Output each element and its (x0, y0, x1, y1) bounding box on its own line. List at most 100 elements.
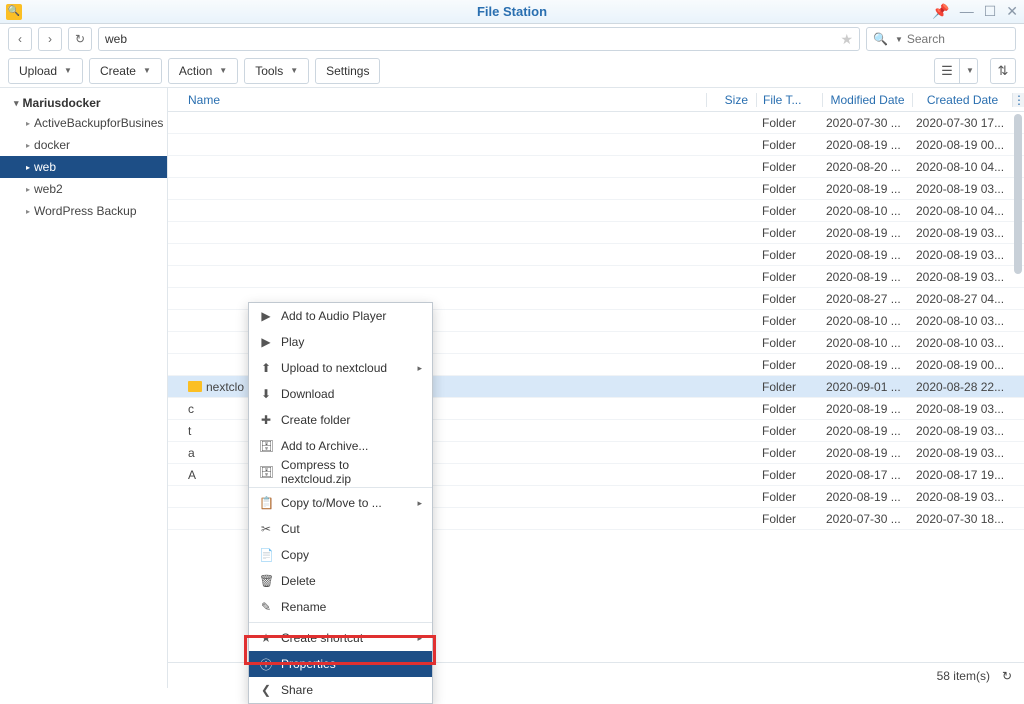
menu-item[interactable]: ▶Add to Audio Player (249, 303, 432, 329)
action-toolbar: Upload▼ Create▼ Action▼ Tools▼ Settings … (0, 54, 1024, 88)
menu-item[interactable]: 📋Copy to/Move to ...▸ (249, 490, 432, 516)
menu-label: Properties (281, 657, 336, 671)
view-list-button[interactable]: ☰ (934, 58, 960, 84)
file-type: Folder (756, 336, 822, 350)
search-icon: 🔍 (873, 32, 888, 46)
table-row[interactable]: Folder2020-08-10 ...2020-08-10 04... (168, 200, 1024, 222)
table-row[interactable]: Folder2020-08-19 ...2020-08-19 03... (168, 244, 1024, 266)
menu-icon: ⬆ (259, 361, 273, 375)
menu-label: Upload to nextcloud (281, 361, 387, 375)
menu-label: Share (281, 683, 313, 697)
menu-label: Create folder (281, 413, 350, 427)
refresh-status-icon[interactable]: ↻ (1002, 669, 1012, 683)
tools-button[interactable]: Tools▼ (244, 58, 309, 84)
menu-label: Create shortcut (281, 631, 363, 645)
menu-item[interactable]: ⓘProperties (249, 651, 432, 677)
window-title: File Station (0, 4, 1024, 19)
file-type: Folder (756, 512, 822, 526)
menu-item[interactable]: ✚Create folder (249, 407, 432, 433)
path-text: web (105, 32, 127, 46)
file-created: 2020-08-10 03... (912, 314, 1012, 328)
file-modified: 2020-08-19 ... (822, 226, 912, 240)
sort-button[interactable]: ⇅ (990, 58, 1016, 84)
menu-item[interactable]: ▶ Play (249, 329, 432, 355)
menu-separator (249, 622, 432, 623)
file-modified: 2020-08-19 ... (822, 270, 912, 284)
tree-root[interactable]: ▾ Mariusdocker (0, 94, 167, 112)
menu-icon: 🗑 (259, 574, 273, 588)
menu-item[interactable]: ❮ Share (249, 677, 432, 703)
file-type: Folder (756, 468, 822, 482)
menu-label: Delete (281, 574, 316, 588)
search-box[interactable]: 🔍▼ (866, 27, 1016, 51)
menu-icon: ▶ (259, 309, 273, 323)
file-created: 2020-08-10 04... (912, 160, 1012, 174)
menu-item[interactable]: 📄Copy (249, 542, 432, 568)
forward-button[interactable]: › (38, 27, 62, 51)
create-button[interactable]: Create▼ (89, 58, 162, 84)
menu-icon: ❮ (259, 683, 273, 697)
minimize-icon[interactable]: — (960, 3, 974, 20)
menu-label: Play (281, 335, 304, 349)
file-created: 2020-08-19 03... (912, 402, 1012, 416)
upload-button[interactable]: Upload▼ (8, 58, 83, 84)
menu-item[interactable]: ★Create shortcut▸ (249, 625, 432, 651)
sidebar-item[interactable]: ▸ docker (0, 134, 167, 156)
sidebar-item-label: ActiveBackupforBusines (34, 116, 163, 130)
sidebar-item-label: docker (34, 138, 70, 152)
menu-icon: ▶ (259, 335, 273, 349)
table-row[interactable]: Folder2020-08-20 ...2020-08-10 04... (168, 156, 1024, 178)
action-button[interactable]: Action▼ (168, 58, 238, 84)
favorite-icon[interactable]: ★ (840, 31, 853, 48)
menu-icon: 📋 (259, 496, 273, 510)
settings-button[interactable]: Settings (315, 58, 380, 84)
table-row[interactable]: Folder2020-08-19 ...2020-08-19 03... (168, 178, 1024, 200)
sidebar-item[interactable]: ▸WordPress Backup (0, 200, 167, 222)
file-type: Folder (756, 402, 822, 416)
menu-item[interactable]: ⬇Download (249, 381, 432, 407)
menu-item[interactable]: 🗄Add to Archive... (249, 433, 432, 459)
expand-icon: ▸ (26, 141, 30, 150)
menu-item[interactable]: 🗄 Compress to nextcloud.zip (249, 459, 432, 485)
col-size[interactable]: Size (706, 93, 756, 107)
close-icon[interactable]: ✕ (1006, 3, 1018, 20)
file-modified: 2020-08-27 ... (822, 292, 912, 306)
search-input[interactable] (907, 32, 1009, 46)
menu-item[interactable]: 🗑 Delete (249, 568, 432, 594)
sidebar-item[interactable]: ▸web (0, 156, 167, 178)
menu-icon: 🗄 (259, 465, 273, 479)
file-created: 2020-08-27 04... (912, 292, 1012, 306)
table-row[interactable]: Folder2020-07-30 ...2020-07-30 17... (168, 112, 1024, 134)
menu-label: Compress to nextcloud.zip (281, 458, 422, 486)
col-modified[interactable]: Modified Date (822, 93, 912, 107)
menu-icon: ✎ (259, 600, 273, 614)
sidebar-item-label: web (34, 160, 56, 174)
scrollbar[interactable] (1014, 114, 1022, 274)
file-type: Folder (756, 490, 822, 504)
sidebar-item-label: WordPress Backup (34, 204, 137, 218)
table-row[interactable]: Folder2020-08-19 ...2020-08-19 03... (168, 222, 1024, 244)
col-edge[interactable]: ⋮ (1012, 93, 1024, 107)
table-row[interactable]: Folder2020-08-19 ...2020-08-19 00... (168, 134, 1024, 156)
col-type[interactable]: File T... (756, 93, 822, 107)
menu-item[interactable]: ✎Rename (249, 594, 432, 620)
menu-item[interactable]: ✂Cut (249, 516, 432, 542)
col-name[interactable]: Name (168, 93, 706, 107)
path-bar[interactable]: web ★ (98, 27, 860, 51)
menu-item[interactable]: ⬆Upload to nextcloud▸ (249, 355, 432, 381)
sidebar-item[interactable]: ▸web2 (0, 178, 167, 200)
file-type: Folder (756, 446, 822, 460)
refresh-button[interactable]: ↻ (68, 27, 92, 51)
view-dropdown[interactable]: ▼ (960, 58, 978, 84)
back-button[interactable]: ‹ (8, 27, 32, 51)
file-modified: 2020-08-19 ... (822, 490, 912, 504)
file-type: Folder (756, 116, 822, 130)
table-row[interactable]: Folder2020-08-19 ...2020-08-19 03... (168, 266, 1024, 288)
file-modified: 2020-08-20 ... (822, 160, 912, 174)
sidebar-item[interactable]: ▸ActiveBackupforBusines (0, 112, 167, 134)
file-type: Folder (756, 270, 822, 284)
file-type: Folder (756, 226, 822, 240)
col-created[interactable]: Created Date (912, 93, 1012, 107)
maximize-icon[interactable]: ☐ (984, 3, 997, 20)
pin-icon[interactable]: 📌 (932, 3, 949, 20)
